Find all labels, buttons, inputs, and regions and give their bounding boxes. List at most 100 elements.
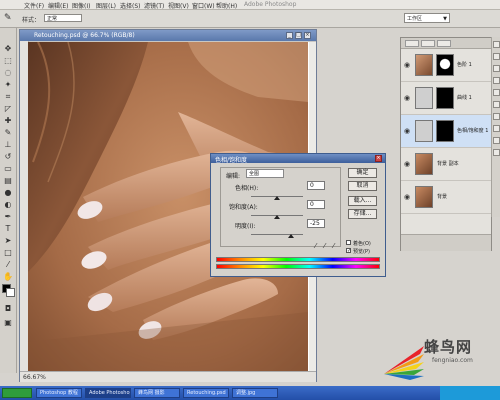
saturation-input[interactable]: 0 — [307, 200, 325, 209]
history-icon[interactable] — [493, 113, 500, 120]
lightness-slider[interactable] — [251, 234, 303, 235]
hand-tool-icon[interactable]: ✋ — [3, 272, 13, 281]
actions-icon[interactable] — [493, 125, 500, 132]
chevron-down-icon: ▼ — [443, 16, 447, 22]
marquee-tool-icon[interactable]: ⬚ — [3, 56, 13, 65]
eyedropper-tool-icon[interactable]: ⁄ — [3, 260, 13, 269]
brush-tool-icon[interactable]: ✎ — [4, 13, 14, 23]
layer-row[interactable]: ◉ 背景 — [401, 181, 491, 214]
tab-paths[interactable] — [437, 40, 451, 47]
minimize-icon[interactable]: _ — [286, 32, 293, 39]
eye-icon[interactable]: ◉ — [404, 160, 412, 168]
saturation-slider-thumb[interactable] — [274, 215, 280, 219]
pen-tool-icon[interactable]: ✒ — [3, 212, 13, 221]
menu-layer[interactable]: 图层(L) — [96, 1, 116, 10]
eye-icon[interactable]: ◉ — [404, 94, 412, 102]
info-icon[interactable] — [493, 65, 500, 72]
layer-row[interactable]: ◉ 曲线 1 — [401, 82, 491, 115]
hue-slider-thumb[interactable] — [274, 196, 280, 200]
histogram-icon[interactable] — [493, 53, 500, 60]
healing-brush-tool-icon[interactable]: ✚ — [3, 116, 13, 125]
eye-icon[interactable]: ◉ — [404, 127, 412, 135]
style-select[interactable]: 正常 — [44, 14, 82, 22]
taskbar-item[interactable]: Adobe Photoshop — [85, 388, 131, 398]
eyedropper-minus-icon[interactable]: ⁄ — [333, 242, 334, 250]
menu-help[interactable]: 帮助(H) — [216, 1, 237, 10]
layer-row-selected[interactable]: ◉ 色相/饱和度 1 — [401, 115, 491, 148]
color-icon[interactable] — [493, 77, 500, 84]
colorize-label: 着色(O) — [353, 241, 371, 247]
blur-tool-icon[interactable]: ● — [3, 188, 13, 197]
character-icon[interactable] — [493, 149, 500, 156]
layer-row[interactable]: ◉ 色阶 1 — [401, 49, 491, 82]
swatches-icon[interactable] — [493, 89, 500, 96]
taskbar-item[interactable]: 蜂鸟网 摄影 — [134, 388, 180, 398]
history-brush-tool-icon[interactable]: ↺ — [3, 152, 13, 161]
menu-image[interactable]: 图像(I) — [72, 1, 90, 10]
background-color-swatch[interactable] — [6, 288, 15, 297]
lightness-slider-thumb[interactable] — [288, 234, 294, 238]
screen-mode-icon[interactable]: ▣ — [3, 318, 13, 327]
crop-tool-icon[interactable]: ⌗ — [3, 92, 13, 101]
adjustment-thumbnail — [415, 120, 433, 142]
path-selection-tool-icon[interactable]: ➤ — [3, 236, 13, 245]
type-tool-icon[interactable]: T — [3, 224, 13, 233]
clone-stamp-tool-icon[interactable]: ⊥ — [3, 140, 13, 149]
document-status-bar: 66.67% — [20, 371, 316, 382]
menu-view[interactable]: 视图(V) — [168, 1, 189, 10]
taskbar-item[interactable]: Photoshop 教程 — [36, 388, 82, 398]
save-button[interactable]: 存储... — [348, 209, 377, 219]
layer-thumbnail — [415, 186, 433, 208]
start-button[interactable] — [2, 388, 32, 398]
brush-tool-icon[interactable]: ✎ — [3, 128, 13, 137]
eye-icon[interactable]: ◉ — [404, 193, 412, 201]
menu-window[interactable]: 窗口(W) — [192, 1, 215, 10]
dialog-titlebar[interactable]: 色相/饱和度 × — [211, 154, 385, 164]
move-tool-icon[interactable]: ✥ — [3, 44, 13, 53]
maximize-icon[interactable]: □ — [295, 32, 302, 39]
ok-button[interactable]: 确定 — [348, 168, 377, 178]
tab-channels[interactable] — [421, 40, 435, 47]
shape-tool-icon[interactable]: □ — [3, 248, 13, 257]
close-icon[interactable]: × — [304, 32, 311, 39]
gradient-tool-icon[interactable]: ▤ — [3, 176, 13, 185]
taskbar-item[interactable]: 调整.jpg — [232, 388, 278, 398]
system-tray — [440, 386, 500, 400]
lightness-input[interactable]: -25 — [307, 219, 325, 228]
preview-checkbox[interactable]: ✓ — [346, 248, 351, 254]
workspace-select[interactable]: 工作区 ▼ — [404, 13, 450, 23]
taskbar-item[interactable]: Retouching.psd — [183, 388, 229, 398]
workspace-label: 工作区 — [407, 16, 423, 22]
magic-wand-tool-icon[interactable]: ✦ — [3, 80, 13, 89]
cancel-button[interactable]: 取消 — [348, 181, 377, 191]
menu-edit[interactable]: 编辑(E) — [48, 1, 68, 10]
menu-filter[interactable]: 滤镜(T) — [144, 1, 164, 10]
eye-icon[interactable]: ◉ — [404, 61, 412, 69]
quick-mask-icon[interactable]: ◘ — [3, 304, 13, 313]
lasso-tool-icon[interactable]: ◌ — [3, 68, 13, 77]
colorize-checkbox[interactable] — [346, 240, 351, 245]
slice-tool-icon[interactable]: ◸ — [3, 104, 13, 113]
layer-name: 背景 副本 — [437, 161, 459, 167]
dodge-tool-icon[interactable]: ◐ — [3, 200, 13, 209]
document-titlebar[interactable]: Retouching.psd @ 66.7% (RGB/8) _ □ × — [20, 30, 316, 41]
hue-input[interactable]: 0 — [307, 181, 325, 190]
navigator-icon[interactable] — [493, 41, 500, 48]
zoom-level[interactable]: 66.67% — [23, 374, 46, 381]
brushes-icon[interactable] — [493, 137, 500, 144]
tab-layers[interactable] — [405, 40, 419, 47]
lightness-label: 明度(I): — [235, 223, 256, 230]
menu-file[interactable]: 文件(F) — [24, 1, 44, 10]
saturation-label: 饱和度(A): — [229, 204, 258, 211]
fengniao-logo-icon — [384, 346, 424, 380]
hue-label: 色相(H): — [235, 185, 259, 192]
close-icon[interactable]: × — [375, 155, 382, 162]
menu-select[interactable]: 选择(S) — [120, 1, 141, 10]
edit-select[interactable]: 全图 — [246, 169, 284, 178]
eyedropper-icon[interactable]: ⁄ — [315, 242, 316, 250]
eraser-tool-icon[interactable]: ▭ — [3, 164, 13, 173]
layer-row[interactable]: ◉ 背景 副本 — [401, 148, 491, 181]
eyedropper-plus-icon[interactable]: ⁄ — [324, 242, 325, 250]
styles-icon[interactable] — [493, 101, 500, 108]
load-button[interactable]: 载入... — [348, 196, 377, 206]
